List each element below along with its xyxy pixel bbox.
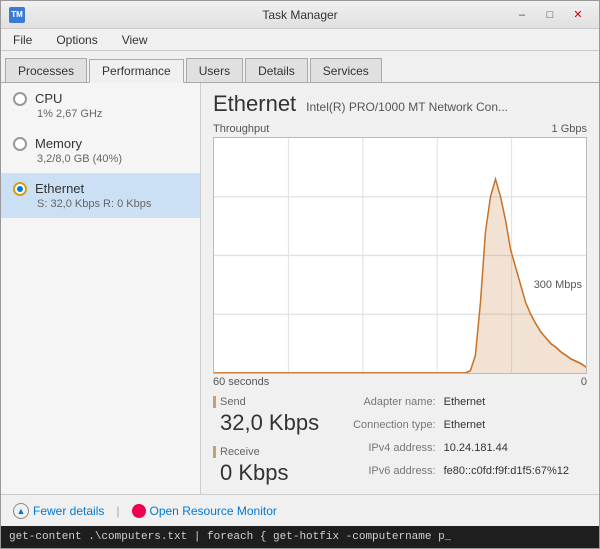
ipv4-key: IPv4 address: — [335, 442, 436, 463]
left-item-ethernet[interactable]: Ethernet S: 32,0 Kbps R: 0 Kbps — [1, 173, 200, 218]
ipv6-key: IPv6 address: — [335, 465, 436, 486]
max-gbps-label: 1 Gbps — [552, 123, 587, 135]
bottom-bar: ▲ Fewer details | Open Resource Monitor — [1, 494, 599, 526]
ipv4-val: 10.24.181.44 — [444, 442, 587, 463]
zero-label: 0 — [581, 376, 587, 388]
ethernet-sub: S: 32,0 Kbps R: 0 Kbps — [13, 198, 188, 210]
cpu-sub: 1% 2,67 GHz — [13, 108, 188, 120]
cpu-label: CPU — [35, 91, 62, 106]
chart-labels-top: Throughput 1 Gbps — [213, 123, 587, 135]
menu-options[interactable]: Options — [48, 31, 105, 49]
memory-radio — [13, 137, 27, 151]
app-icon: TM — [9, 7, 25, 23]
adapter-key: Adapter name: — [335, 396, 436, 417]
tab-details[interactable]: Details — [245, 58, 308, 82]
ethernet-subtitle: Intel(R) PRO/1000 MT Network Con... — [306, 100, 508, 114]
info-table: Adapter name: Ethernet Connection type: … — [335, 396, 587, 486]
maximize-button[interactable]: □ — [537, 6, 563, 24]
minimize-button[interactable]: – — [509, 6, 535, 24]
monitor-label: Open Resource Monitor — [150, 504, 277, 518]
tab-performance[interactable]: Performance — [89, 59, 184, 83]
tab-users[interactable]: Users — [186, 58, 243, 82]
fewer-details-label: Fewer details — [33, 504, 104, 518]
chart-container: 300 Mbps — [213, 137, 587, 374]
left-panel: CPU 1% 2,67 GHz Memory 3,2/8,0 GB (40%) … — [1, 83, 201, 494]
throughput-label: Throughput — [213, 123, 269, 135]
conn-val: Ethernet — [444, 419, 587, 440]
send-value: 32,0 Kbps — [213, 410, 319, 436]
throughput-chart — [214, 138, 586, 373]
receive-label: Receive — [213, 446, 319, 458]
chart-labels-bottom: 60 seconds 0 — [213, 376, 587, 388]
ipv6-val: fe80::c0fd:f9f:d1f5:67%12 — [444, 465, 587, 486]
send-label: Send — [213, 396, 319, 408]
content-area: CPU 1% 2,67 GHz Memory 3,2/8,0 GB (40%) … — [1, 83, 599, 494]
memory-label: Memory — [35, 136, 82, 151]
open-monitor-link[interactable]: Open Resource Monitor — [132, 504, 277, 518]
time-label: 60 seconds — [213, 376, 269, 388]
menu-file[interactable]: File — [5, 31, 40, 49]
title-bar-left: TM — [9, 7, 25, 23]
cpu-radio — [13, 92, 27, 106]
tab-processes[interactable]: Processes — [5, 58, 87, 82]
title-bar: TM Task Manager – □ ✕ — [1, 1, 599, 29]
tab-bar: Processes Performance Users Details Serv… — [1, 51, 599, 83]
main-window: TM Task Manager – □ ✕ File Options View … — [0, 0, 600, 549]
fewer-details-link[interactable]: ▲ Fewer details — [13, 503, 104, 519]
menu-bar: File Options View — [1, 29, 599, 51]
tab-services[interactable]: Services — [310, 58, 382, 82]
menu-view[interactable]: View — [114, 31, 156, 49]
cmd-text: get-content .\computers.txt | foreach { … — [9, 531, 451, 543]
ethernet-title: Ethernet — [213, 91, 296, 117]
cmd-bar: get-content .\computers.txt | foreach { … — [1, 526, 599, 548]
chevron-up-icon: ▲ — [13, 503, 29, 519]
ethernet-radio — [13, 182, 27, 196]
monitor-icon — [132, 504, 146, 518]
left-item-cpu[interactable]: CPU 1% 2,67 GHz — [1, 83, 200, 128]
send-block: Send 32,0 Kbps — [213, 396, 319, 436]
conn-key: Connection type: — [335, 419, 436, 440]
right-panel: Ethernet Intel(R) PRO/1000 MT Network Co… — [201, 83, 599, 494]
memory-sub: 3,2/8,0 GB (40%) — [13, 153, 188, 165]
left-item-memory[interactable]: Memory 3,2/8,0 GB (40%) — [1, 128, 200, 173]
window-controls: – □ ✕ — [509, 6, 591, 24]
window-title: Task Manager — [262, 8, 337, 22]
stats-area: Send 32,0 Kbps Receive 0 Kbps Adapter na… — [213, 396, 587, 486]
receive-value: 0 Kbps — [213, 460, 319, 486]
separator: | — [116, 504, 119, 518]
ethernet-header: Ethernet Intel(R) PRO/1000 MT Network Co… — [213, 91, 587, 117]
ethernet-label: Ethernet — [35, 181, 84, 196]
close-button[interactable]: ✕ — [565, 6, 591, 24]
mid-mbps-label: 300 Mbps — [534, 279, 582, 291]
receive-block: Receive 0 Kbps — [213, 446, 319, 486]
adapter-val: Ethernet — [444, 396, 587, 417]
